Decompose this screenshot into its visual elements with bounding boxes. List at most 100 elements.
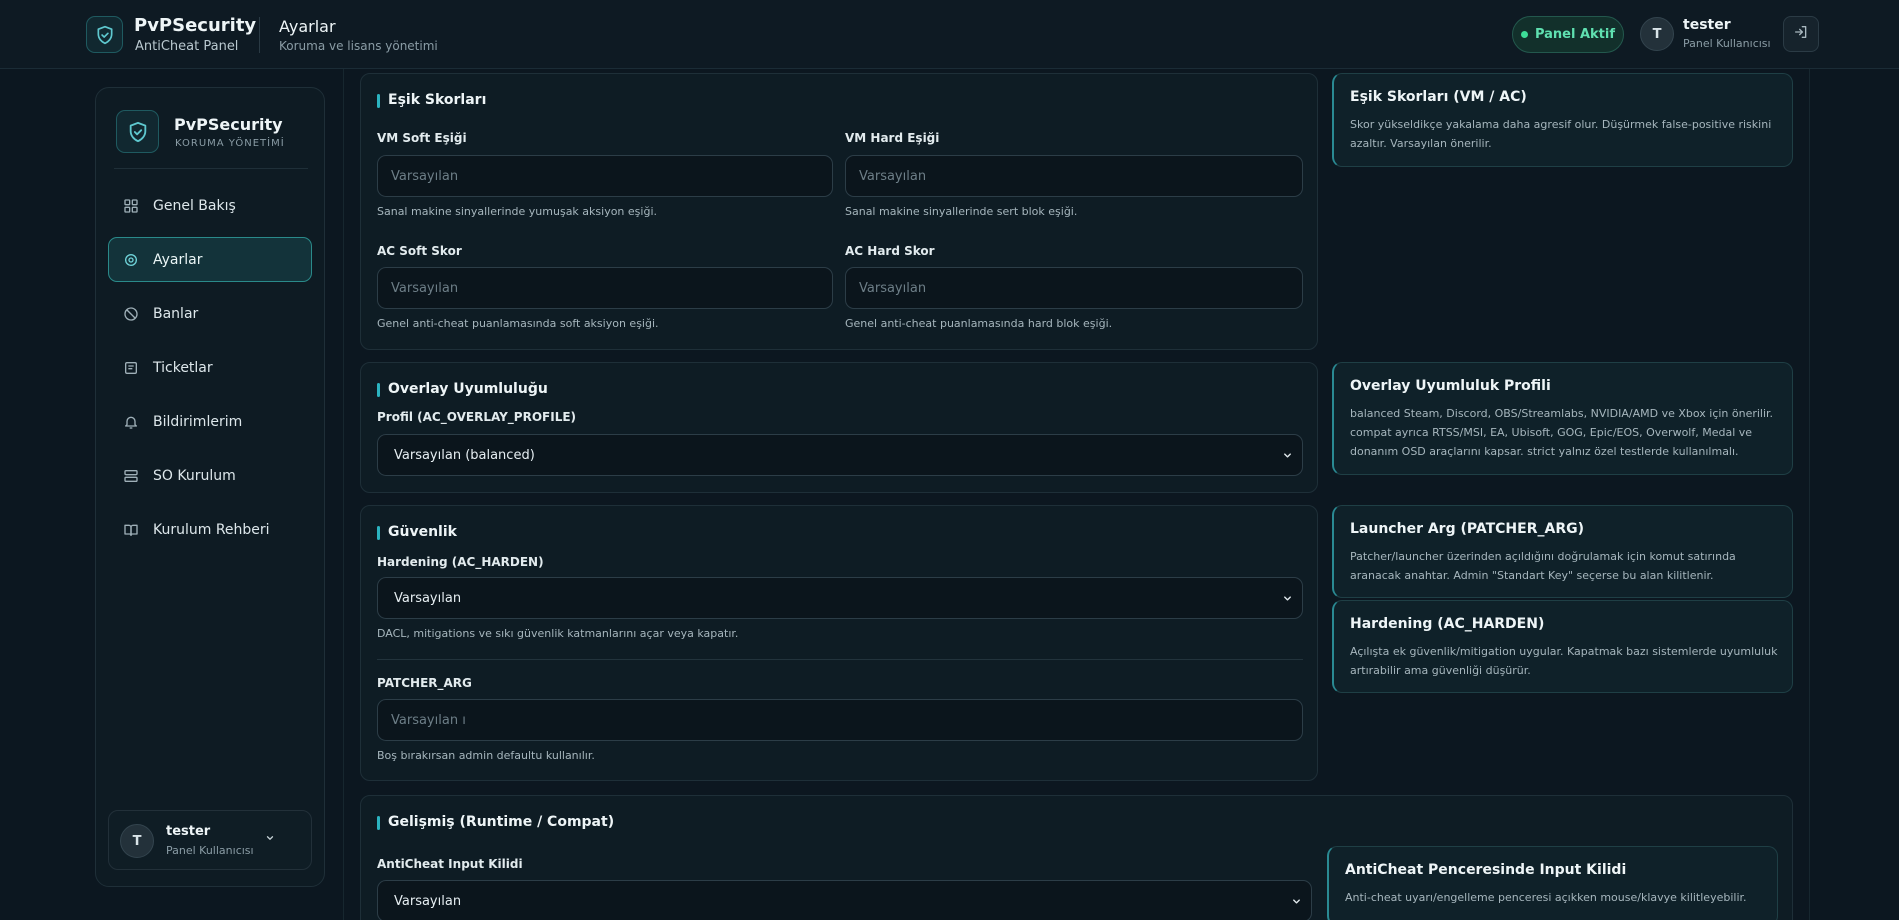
main-border-left (343, 69, 344, 920)
grid-icon (123, 198, 139, 214)
chevron-down-icon[interactable] (263, 831, 277, 845)
info-title: Overlay Uyumluluk Profili (1350, 378, 1551, 394)
advanced-card: Gelişmiş (Runtime / Compat) AntiCheat In… (360, 795, 1793, 920)
vm-soft-label: VM Soft Eşiği (377, 131, 467, 145)
select-value: Varsayılan (394, 893, 462, 909)
info-title: Launcher Arg (PATCHER_ARG) (1350, 521, 1584, 537)
vm-soft-input[interactable] (377, 155, 833, 197)
status-dot-icon (1520, 31, 1528, 38)
info-text: Skor yükseldikçe yakalama daha agresif o… (1350, 118, 1772, 150)
shield-icon (86, 16, 123, 53)
ac-soft-help: Genel anti-cheat puanlamasında soft aksi… (377, 317, 659, 330)
sidebar-item-kurulum-rehberi[interactable]: Kurulum Rehberi (108, 507, 312, 552)
section-divider (377, 659, 1303, 660)
header-user-name: tester (1683, 17, 1731, 33)
sidebar-subtitle: KORUMA YÖNETİMİ (175, 138, 285, 149)
select-value: Varsayılan (balanced) (394, 447, 535, 463)
logout-button[interactable] (1783, 16, 1819, 52)
section-title: Overlay Uyumluluğu (377, 381, 548, 397)
sidebar-item-genel-bakis[interactable]: Genel Bakış (108, 183, 312, 228)
ac-hard-input[interactable] (845, 267, 1303, 309)
brand-subtitle: AntiCheat Panel (135, 39, 239, 54)
page-subtitle: Koruma ve lisans yönetimi (279, 39, 438, 53)
section-title: Güvenlik (377, 524, 457, 540)
section-title: Eşik Skorları (377, 92, 486, 108)
ticket-icon (123, 360, 139, 376)
harden-select[interactable]: Varsayılan (377, 577, 1303, 619)
vm-hard-help: Sanal makine sinyallerinde sert blok eşi… (845, 205, 1078, 218)
patcher-arg-input[interactable] (377, 699, 1303, 741)
status-label: Panel Aktif (1534, 27, 1616, 42)
header-divider (259, 17, 260, 53)
server-icon (123, 468, 139, 484)
avatar: T (120, 824, 154, 858)
sidebar-item-banlar[interactable]: Banlar (108, 291, 312, 336)
overlay-profile-select[interactable]: Varsayılan (balanced) (377, 434, 1303, 476)
section-title: Gelişmiş (Runtime / Compat) (377, 814, 614, 830)
ac-soft-input[interactable] (377, 267, 833, 309)
gear-icon (123, 252, 139, 268)
info-text: Açılışta ek güvenlik/mitigation uygular.… (1350, 645, 1778, 677)
info-title: Eşik Skorları (VM / AC) (1350, 89, 1527, 105)
sidebar-item-so-kurulum[interactable]: SO Kurulum (108, 453, 312, 498)
ban-icon (123, 306, 139, 322)
top-bar: PvPSecurity AntiCheat Panel Ayarlar Koru… (0, 0, 1899, 69)
overlay-profile-label: Profil (AC_OVERLAY_PROFILE) (377, 410, 577, 424)
harden-info-card: Hardening (AC_HARDEN) Açılışta ek güvenl… (1332, 600, 1793, 693)
ac-hard-label: AC Hard Skor (845, 244, 935, 258)
book-icon (123, 522, 139, 538)
overlay-card: Overlay Uyumluluğu Profil (AC_OVERLAY_PR… (360, 362, 1318, 493)
ac-soft-label: AC Soft Skor (377, 244, 462, 258)
info-text: Patcher/launcher üzerinden açıldığını do… (1350, 550, 1736, 582)
harden-label: Hardening (AC_HARDEN) (377, 555, 544, 569)
info-text: Anti-cheat uyarı/engelleme penceresi açı… (1345, 891, 1747, 904)
status-badge: Panel Aktif (1512, 16, 1624, 53)
vm-hard-input[interactable] (845, 155, 1303, 197)
select-value: Varsayılan (394, 590, 462, 606)
brand-title: PvPSecurity (134, 15, 257, 36)
sidebar: PvPSecurity KORUMA YÖNETİMİ Genel Bakış … (95, 87, 325, 887)
sidebar-item-label: Bildirimlerim (153, 413, 243, 430)
sidebar-item-label: Ticketlar (153, 359, 213, 376)
harden-help: DACL, mitigations ve sıkı güvenlik katma… (377, 627, 739, 640)
header-user-role: Panel Kullanıcısı (1683, 37, 1771, 50)
sidebar-item-ticketlar[interactable]: Ticketlar (108, 345, 312, 390)
patcher-help: Boş bırakırsan admin defaultu kullanılır… (377, 749, 595, 762)
logout-icon (1793, 24, 1809, 44)
input-lock-label: AntiCheat Input Kilidi (377, 857, 523, 871)
chevron-down-icon (1281, 449, 1293, 461)
vm-hard-label: VM Hard Eşiği (845, 131, 940, 145)
avatar[interactable]: T (1640, 17, 1674, 51)
vm-soft-help: Sanal makine sinyallerinde yumuşak aksiy… (377, 205, 657, 218)
info-title: Hardening (AC_HARDEN) (1350, 616, 1545, 632)
sidebar-item-label: Kurulum Rehberi (153, 521, 270, 538)
chevron-down-icon (1290, 895, 1302, 907)
patcher-info-card: Launcher Arg (PATCHER_ARG) Patcher/launc… (1332, 505, 1793, 598)
sidebar-item-label: Ayarlar (153, 251, 203, 268)
sidebar-divider (114, 168, 308, 169)
sidebar-item-ayarlar[interactable]: Ayarlar (108, 237, 312, 282)
patcher-label: PATCHER_ARG (377, 676, 472, 690)
bell-icon (123, 414, 139, 430)
threshold-info-card: Eşik Skorları (VM / AC) Skor yükseldikçe… (1332, 73, 1793, 167)
chevron-down-icon (1281, 592, 1293, 604)
threshold-card: Eşik Skorları VM Soft Eşiği Sanal makine… (360, 73, 1318, 350)
sidebar-title: PvPSecurity (174, 115, 283, 134)
info-title: AntiCheat Penceresinde Input Kilidi (1345, 862, 1627, 878)
sidebar-user-role: Panel Kullanıcısı (166, 844, 254, 857)
shield-icon (116, 110, 159, 153)
sidebar-item-label: SO Kurulum (153, 467, 236, 484)
sidebar-user-menu[interactable]: T tester Panel Kullanıcısı (108, 810, 312, 870)
main-border-right (1809, 69, 1810, 920)
ac-hard-help: Genel anti-cheat puanlamasında hard blok… (845, 317, 1113, 330)
input-lock-info-card: AntiCheat Penceresinde Input Kilidi Anti… (1327, 846, 1778, 920)
sidebar-item-bildirimlerim[interactable]: Bildirimlerim (108, 399, 312, 444)
sidebar-user-name: tester (166, 824, 211, 839)
security-card: Güvenlik Hardening (AC_HARDEN) Varsayıla… (360, 505, 1318, 781)
sidebar-item-label: Banlar (153, 305, 199, 322)
sidebar-item-label: Genel Bakış (153, 197, 236, 214)
input-lock-select[interactable]: Varsayılan (377, 880, 1312, 920)
overlay-info-card: Overlay Uyumluluk Profili balanced Steam… (1332, 362, 1793, 475)
info-text: balanced Steam, Discord, OBS/Streamlabs,… (1350, 407, 1774, 458)
page-title: Ayarlar (279, 17, 336, 36)
